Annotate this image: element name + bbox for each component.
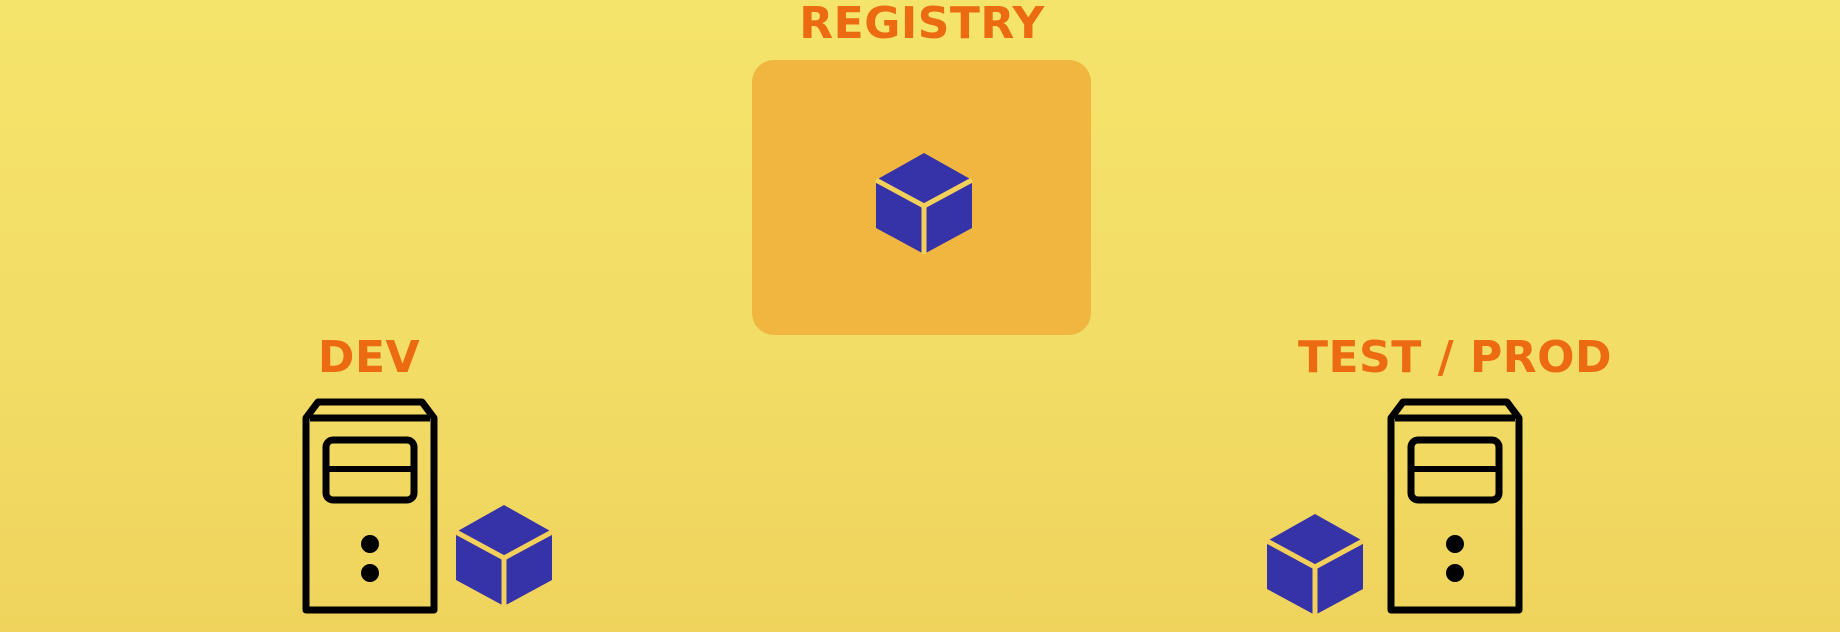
dev-title: DEV — [317, 332, 421, 383]
test-prod-title: TEST / PROD — [1297, 332, 1613, 383]
test-prod-server-icon — [1387, 398, 1523, 614]
dev-server-icon — [302, 398, 438, 614]
test-prod-cube-icon — [1265, 514, 1365, 615]
dev-cube-icon — [454, 505, 554, 606]
registry-cube-icon — [874, 153, 974, 254]
registry-title: REGISTRY — [799, 0, 1045, 49]
